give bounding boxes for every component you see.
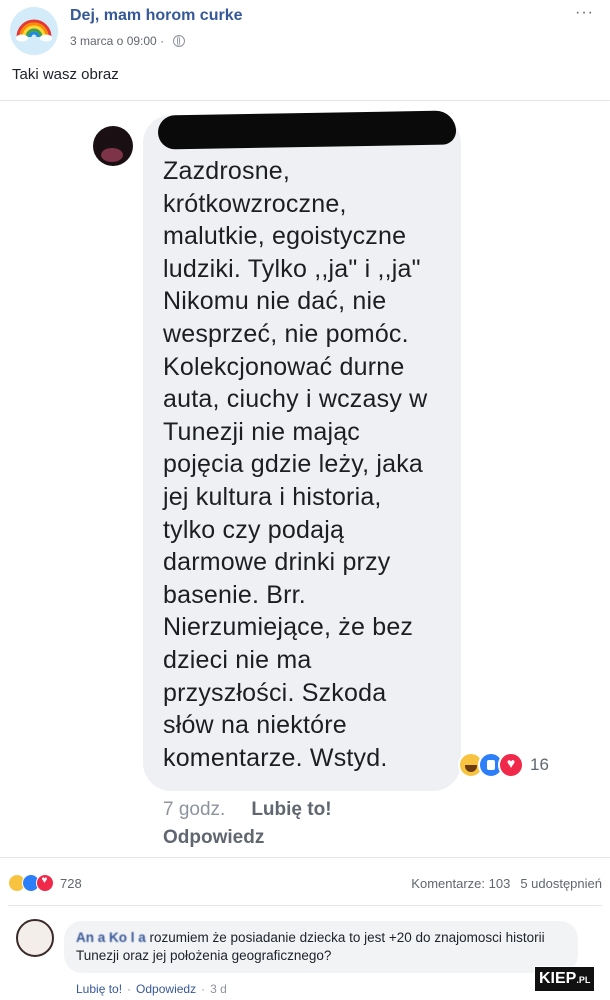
comment-reaction-count: 16 [530, 755, 549, 774]
watermark-logo: KIEP.PL [534, 966, 596, 992]
comment-line: auta, ciuchy i wczasy w [163, 385, 428, 414]
redacted-name [157, 110, 457, 150]
post-image[interactable]: Zazdrosne, krótkowzroczne, malutkie, ego… [0, 101, 610, 855]
comment-actions: 7 godz. Lubię to! [163, 799, 332, 821]
love-icon [498, 752, 524, 778]
post-stats: Komentarze: 103 5 udostępnień [411, 876, 602, 891]
comment-author-link[interactable]: An a Ko l a [76, 930, 146, 945]
comment-reactions: 16 [458, 752, 549, 778]
comment-reply-link[interactable]: Odpowiedz [136, 982, 196, 996]
love-icon [36, 874, 54, 892]
comment-time: 7 godz. [163, 799, 226, 820]
more-options-button[interactable]: ··· [575, 4, 594, 22]
post-meta: 3 marca o 09:00 · [70, 34, 186, 48]
comment-text: rozumiem że posiadanie dziecka to jest +… [76, 930, 545, 963]
comment-line: Zazdrosne, [163, 157, 291, 185]
comment-line: dzieci nie ma [163, 645, 312, 674]
divider [8, 905, 602, 906]
comment-line: ludziki. Tylko ,,ja" i ,,ja" [163, 254, 421, 283]
page-name-link[interactable]: Dej, mam horom curke [70, 7, 243, 25]
comment-line: przyszłości. Szkoda [163, 678, 387, 707]
post-date-link[interactable]: 3 marca o 09:00 [70, 34, 157, 48]
post-reactions[interactable]: 728 [8, 872, 82, 894]
commenter-avatar [93, 126, 133, 166]
comment-text: Zazdrosne, krótkowzroczne, malutkie, ego… [163, 155, 459, 774]
comment-line: Kolekcjonować durne [163, 352, 405, 381]
comment-line: krótkowzroczne, [163, 189, 347, 218]
comment-body: An a Ko l a rozumiem że posiadanie dziec… [76, 929, 576, 965]
divider [0, 857, 610, 858]
comment-line: jej kultura i historia, [163, 482, 382, 511]
page-avatar[interactable] [10, 7, 58, 55]
comment-line: komentarze. Wstyd. [163, 743, 388, 772]
comment-line: malutkie, egoistyczne [163, 222, 407, 251]
comment-author-avatar[interactable] [16, 919, 54, 957]
watermark-suffix: .PL [576, 975, 591, 985]
comment-line: tylko czy podają [163, 515, 345, 544]
comment-time[interactable]: 3 d [210, 982, 227, 996]
comment-line: Nikomu nie dać, nie [163, 287, 387, 316]
comment-line: słów na niektóre [163, 711, 347, 740]
comment-line: Tunezji nie mając [163, 417, 361, 446]
comment-reply-label: Odpowiedz [163, 827, 265, 848]
comment-like-label: Lubię to! [251, 799, 332, 820]
post-text: Taki wasz obraz [12, 66, 119, 83]
comments-count-link[interactable]: Komentarze: 103 [411, 876, 510, 891]
globe-icon [173, 35, 186, 47]
rainbow-avatar-icon [10, 7, 58, 55]
comment-like-link[interactable]: Lubię to! [76, 982, 122, 996]
reactions-total[interactable]: 728 [60, 876, 82, 891]
comment-line: pojęcia gdzie leży, jaka [163, 450, 424, 479]
shares-count-link[interactable]: 5 udostępnień [520, 876, 602, 891]
meta-separator: · [160, 34, 165, 48]
comment-actions: Lubię to! · Odpowiedz · 3 d [76, 982, 227, 996]
comment-line: darmowe drinki przy [163, 548, 391, 577]
watermark-main: KIEP [539, 970, 577, 987]
comment-line: Nierzumiejące, że bez [163, 613, 414, 642]
post-header: Dej, mam horom curke 3 marca o 09:00 · ·… [0, 0, 610, 60]
comment-line: basenie. Brr. [163, 580, 306, 609]
comment-line: wesprzeć, nie pomóc. [163, 319, 409, 348]
